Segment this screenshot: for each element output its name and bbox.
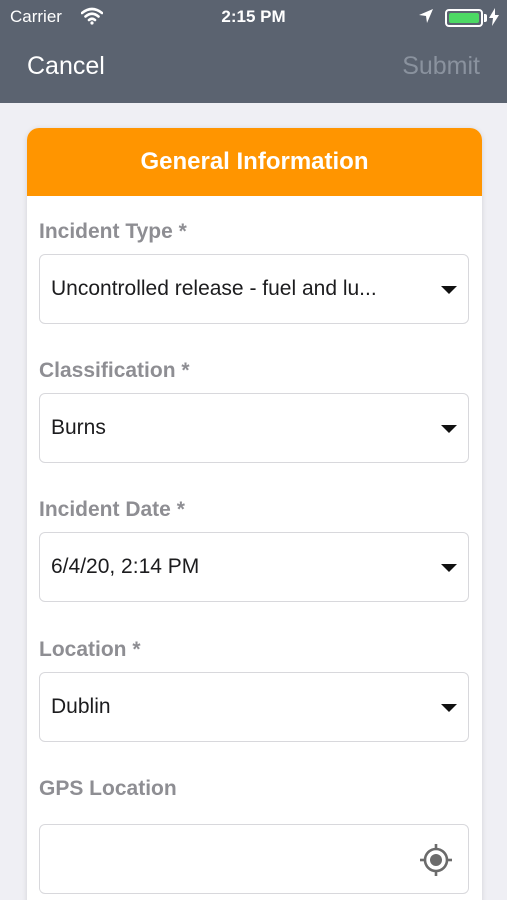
classification-value: Burns: [51, 416, 106, 439]
incident-type-value: Uncontrolled release - fuel and lu...: [51, 277, 377, 300]
incident-type-label: Incident Type *: [39, 220, 187, 243]
section-title: General Information: [27, 128, 482, 196]
location-arrow-icon: [418, 8, 434, 29]
gps-location-label: GPS Location: [39, 777, 177, 800]
location-value: Dublin: [51, 695, 111, 718]
general-information-card: General Information Incident Type * Unco…: [27, 128, 482, 900]
caret-down-icon: [441, 704, 457, 712]
location-label: Location *: [39, 638, 141, 661]
battery-tip: [484, 14, 487, 22]
location-select[interactable]: Dublin: [39, 672, 469, 742]
navigation-bar: Cancel Submit: [0, 40, 507, 96]
incident-type-select[interactable]: Uncontrolled release - fuel and lu...: [39, 254, 469, 324]
status-bar: Carrier 2:15 PM: [0, 0, 507, 36]
incident-date-select[interactable]: 6/4/20, 2:14 PM: [39, 532, 469, 602]
caret-down-icon: [441, 286, 457, 294]
submit-button[interactable]: Submit: [402, 52, 480, 81]
incident-date-value: 6/4/20, 2:14 PM: [51, 555, 200, 578]
caret-down-icon: [441, 425, 457, 433]
cancel-button[interactable]: Cancel: [27, 52, 105, 81]
caret-down-icon: [441, 564, 457, 572]
charging-bolt-icon: [489, 8, 499, 31]
battery-icon: [445, 9, 483, 27]
battery-level: [449, 13, 479, 23]
classification-label: Classification *: [39, 359, 190, 382]
classification-select[interactable]: Burns: [39, 393, 469, 463]
top-bar: Carrier 2:15 PM Cancel Submit: [0, 0, 507, 103]
incident-date-label: Incident Date *: [39, 498, 185, 521]
gps-location-field[interactable]: [39, 824, 469, 894]
gps-target-icon[interactable]: [418, 842, 454, 883]
